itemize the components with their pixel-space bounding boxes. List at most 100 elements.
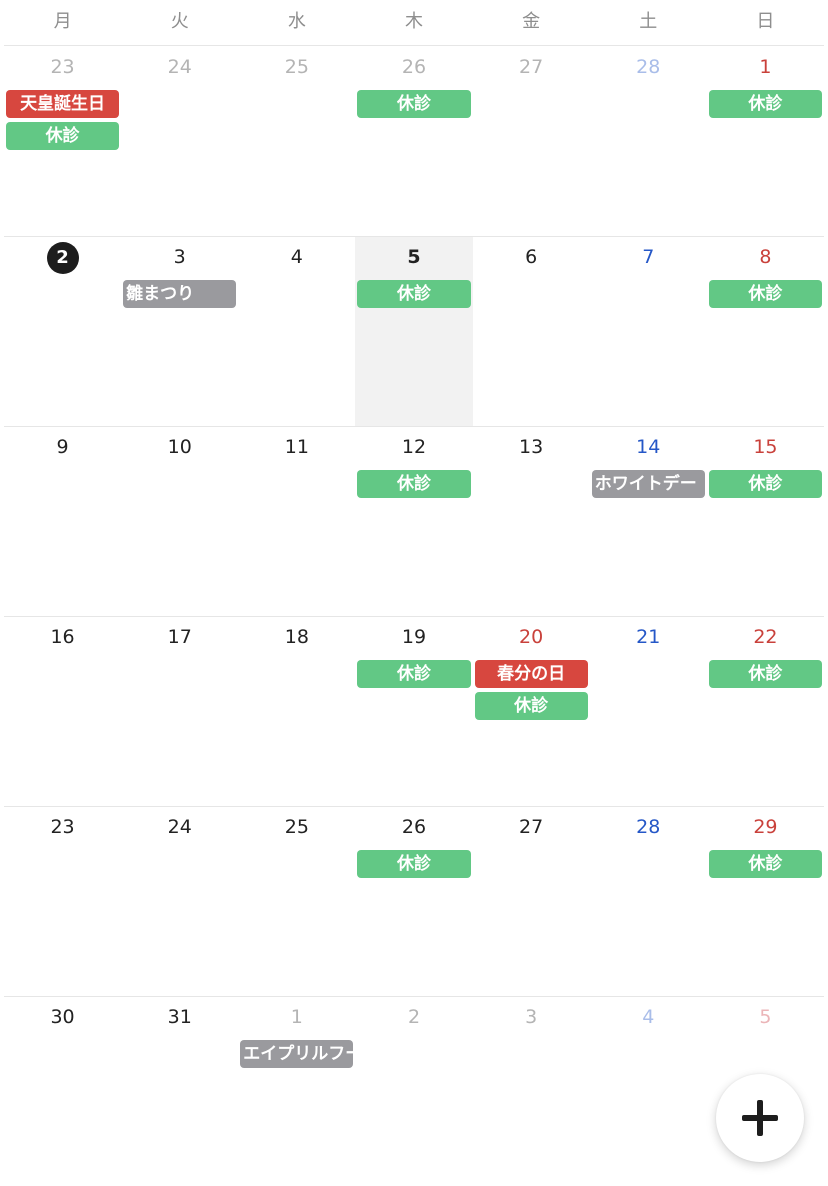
day-number: 20 bbox=[519, 626, 544, 648]
event-list: 休診 bbox=[357, 470, 471, 502]
day-cell[interactable]: 18 bbox=[238, 617, 355, 806]
day-number: 1 bbox=[759, 56, 772, 78]
day-cell[interactable]: 5 休診 bbox=[355, 237, 473, 426]
day-cell[interactable]: 13 bbox=[473, 427, 590, 616]
weekday-wed: 水 bbox=[287, 11, 306, 32]
event-chip[interactable]: 春分の日 bbox=[474, 660, 588, 688]
event-list: 休診 bbox=[357, 660, 471, 692]
day-cell[interactable]: 4 bbox=[238, 237, 355, 426]
day-cell[interactable]: 25 bbox=[238, 47, 355, 236]
event-chip[interactable]: 休診 bbox=[6, 122, 120, 150]
event-chip[interactable]: 休診 bbox=[708, 850, 822, 878]
day-cell[interactable]: 3 雛まつり bbox=[121, 237, 238, 426]
day-cell[interactable]: 9 bbox=[4, 427, 121, 616]
event-chip[interactable]: 休診 bbox=[357, 660, 471, 688]
day-cell[interactable]: 15 休診 bbox=[707, 427, 824, 616]
day-cell[interactable]: 16 bbox=[4, 617, 121, 806]
day-cell[interactable]: 26 休診 bbox=[355, 807, 472, 996]
day-number: 7 bbox=[642, 246, 655, 268]
day-number: 25 bbox=[284, 816, 309, 838]
event-list: 休診 bbox=[357, 280, 471, 312]
day-number: 13 bbox=[519, 436, 544, 458]
day-number: 5 bbox=[407, 246, 421, 268]
weekday-thu: 木 bbox=[404, 11, 423, 32]
event-chip[interactable]: 雛まつり bbox=[123, 280, 237, 308]
day-cell[interactable]: 19 休診 bbox=[355, 617, 472, 806]
day-cell[interactable]: 1 休診 bbox=[707, 47, 824, 236]
day-cell[interactable]: 26 休診 bbox=[355, 47, 472, 236]
day-number: 19 bbox=[401, 626, 427, 648]
weekday-sun: 日 bbox=[756, 11, 775, 32]
week-row: 16 17 18 19 休診 20 春分の日 休診 21 22 休診 bbox=[4, 617, 824, 807]
event-chip[interactable]: 休診 bbox=[708, 660, 822, 688]
weekday-header: 月 火 水 木 金 土 日 bbox=[4, 0, 824, 46]
day-cell[interactable]: 3 bbox=[473, 997, 590, 1186]
day-number: 18 bbox=[284, 626, 309, 648]
day-number: 28 bbox=[636, 56, 661, 78]
event-chip[interactable]: 天皇誕生日 bbox=[6, 90, 120, 118]
day-cell[interactable]: 27 bbox=[473, 807, 590, 996]
day-cell[interactable]: 21 bbox=[590, 617, 707, 806]
day-cell[interactable]: 31 bbox=[121, 997, 238, 1186]
event-chip[interactable]: 休診 bbox=[708, 280, 822, 308]
day-cell[interactable]: 28 bbox=[590, 47, 707, 236]
day-cell[interactable]: 7 bbox=[590, 237, 707, 426]
event-list: 天皇誕生日 休診 bbox=[6, 90, 120, 154]
day-number: 25 bbox=[284, 56, 309, 78]
event-chip[interactable]: 休診 bbox=[474, 692, 588, 720]
day-cell[interactable]: 22 休診 bbox=[707, 617, 824, 806]
day-cell[interactable]: 28 bbox=[590, 807, 707, 996]
day-number: 22 bbox=[753, 626, 778, 648]
week-row: 23 24 25 26 休診 27 28 29 休診 bbox=[4, 807, 824, 997]
event-list: 休診 bbox=[357, 850, 471, 882]
event-chip[interactable]: 休診 bbox=[357, 470, 471, 498]
day-cell[interactable]: 4 bbox=[590, 997, 707, 1186]
event-chip[interactable]: エイプリルフール bbox=[240, 1040, 354, 1068]
day-cell[interactable]: 24 bbox=[121, 807, 238, 996]
event-chip[interactable]: 休診 bbox=[357, 850, 471, 878]
day-cell[interactable]: 25 bbox=[238, 807, 355, 996]
day-number: 3 bbox=[173, 246, 186, 268]
day-cell[interactable]: 11 bbox=[238, 427, 355, 616]
day-number: 15 bbox=[753, 436, 778, 458]
day-number: 5 bbox=[759, 1006, 772, 1028]
day-number: 9 bbox=[56, 436, 69, 458]
event-chip[interactable]: 休診 bbox=[357, 280, 471, 308]
day-cell[interactable]: 8 休診 bbox=[707, 237, 824, 426]
day-cell[interactable]: 23 bbox=[4, 807, 121, 996]
event-chip[interactable]: 休診 bbox=[357, 90, 471, 118]
week-row: 2 3 雛まつり 4 5 休診 6 7 8 休診 bbox=[4, 237, 824, 427]
day-cell[interactable]: 17 bbox=[121, 617, 238, 806]
event-list: 休診 bbox=[708, 280, 822, 312]
day-number: 3 bbox=[525, 1006, 538, 1028]
day-cell[interactable]: 6 bbox=[473, 237, 590, 426]
week-row: 9 10 11 12 休診 13 14 ホワイトデー 15 休診 bbox=[4, 427, 824, 617]
day-number: 4 bbox=[642, 1006, 655, 1028]
event-list: 休診 bbox=[708, 660, 822, 692]
event-list: 雛まつり bbox=[123, 280, 237, 312]
add-event-button[interactable] bbox=[716, 1074, 804, 1162]
day-cell[interactable]: 24 bbox=[121, 47, 238, 236]
day-cell[interactable]: 30 bbox=[4, 997, 121, 1186]
day-number: 11 bbox=[284, 436, 309, 458]
event-chip[interactable]: 休診 bbox=[708, 90, 822, 118]
day-number: 29 bbox=[753, 816, 778, 838]
day-cell[interactable]: 14 ホワイトデー bbox=[590, 427, 707, 616]
day-cell[interactable]: 2 bbox=[355, 997, 472, 1186]
event-list: 休診 bbox=[708, 850, 822, 882]
day-number: 26 bbox=[401, 56, 427, 78]
day-cell[interactable]: 29 休診 bbox=[707, 807, 824, 996]
day-cell[interactable]: 12 休診 bbox=[355, 427, 472, 616]
day-cell[interactable]: 10 bbox=[121, 427, 238, 616]
day-cell[interactable]: 23 天皇誕生日 休診 bbox=[4, 47, 121, 236]
day-cell[interactable]: 2 bbox=[4, 237, 121, 426]
day-cell[interactable]: 27 bbox=[473, 47, 590, 236]
event-chip[interactable]: 休診 bbox=[708, 470, 822, 498]
day-cell[interactable]: 1 エイプリルフール bbox=[238, 997, 355, 1186]
day-number: 8 bbox=[759, 246, 772, 268]
day-cell[interactable]: 20 春分の日休診 bbox=[473, 617, 590, 806]
day-number: 30 bbox=[50, 1006, 75, 1028]
event-chip[interactable]: ホワイトデー bbox=[591, 470, 705, 498]
day-number: 31 bbox=[167, 1006, 192, 1028]
day-number: 6 bbox=[525, 246, 538, 268]
